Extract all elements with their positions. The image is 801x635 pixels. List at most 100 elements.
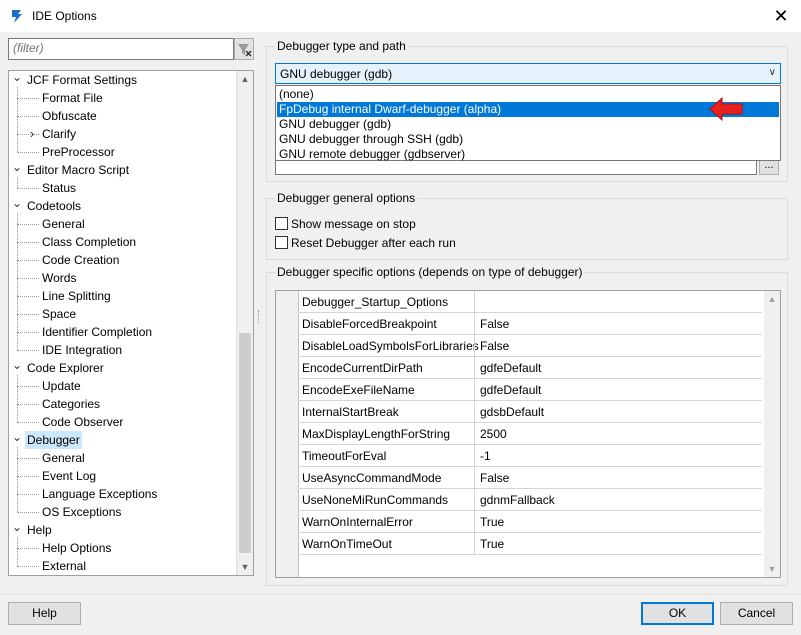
- clear-filter-button[interactable]: [234, 38, 254, 60]
- property-value[interactable]: 2500: [480, 427, 507, 441]
- tree-connector: [17, 87, 18, 152]
- tree-item-language-exceptions[interactable]: Language Exceptions: [9, 485, 237, 503]
- debugger-type-group-label: Debugger type and path: [275, 39, 408, 53]
- tree-item-jcf-format-settings[interactable]: JCF Format Settings ⌄: [9, 71, 237, 89]
- tree-item-identifier-completion[interactable]: Identifier Completion: [9, 323, 237, 341]
- tree-item-help-options[interactable]: Help Options: [9, 539, 237, 557]
- checkbox-box: [275, 236, 288, 249]
- tree-item-code-explorer[interactable]: Code Explorer ⌄: [9, 356, 237, 377]
- collapse-icon[interactable]: ⌄: [12, 194, 22, 212]
- tree-item-ide-integration[interactable]: IDE Integration: [9, 341, 237, 359]
- dropdown-option[interactable]: GNU debugger through SSH (gdb): [277, 132, 779, 147]
- dropdown-option[interactable]: (none): [277, 87, 779, 102]
- tree-item-words[interactable]: Words: [9, 269, 237, 287]
- tree-item-label: General: [42, 451, 85, 465]
- property-row[interactable]: EncodeCurrentDirPath gdfeDefault: [298, 357, 762, 379]
- scroll-up-icon[interactable]: ▲: [237, 71, 253, 87]
- tree-item-label: Categories: [42, 397, 101, 411]
- tree-item-help[interactable]: Help ⌄: [9, 518, 237, 539]
- property-row[interactable]: UseAsyncCommandMode False: [298, 467, 762, 489]
- property-value[interactable]: False: [480, 317, 509, 331]
- help-button[interactable]: Help: [8, 602, 81, 625]
- tree-item-event-log[interactable]: Event Log: [9, 467, 237, 485]
- tree-item-external[interactable]: External: [9, 557, 237, 575]
- tree-item-format-file[interactable]: Format File: [9, 89, 237, 107]
- property-row[interactable]: DisableForcedBreakpoint False: [298, 313, 762, 335]
- collapse-icon[interactable]: ⌄: [12, 71, 22, 86]
- dropdown-option[interactable]: FpDebug internal Dwarf-debugger (alpha): [277, 102, 779, 117]
- scroll-down-icon[interactable]: ▼: [237, 559, 253, 575]
- tree-item-obfuscate[interactable]: Obfuscate: [9, 107, 237, 125]
- tree-scrollbar[interactable]: ▲ ▼: [236, 71, 253, 575]
- tree-item-preprocessor[interactable]: PreProcessor: [9, 143, 237, 161]
- property-value[interactable]: gdnmFallback: [480, 493, 555, 507]
- tree-item-categories[interactable]: Categories: [9, 395, 237, 413]
- tree-item-status[interactable]: Status: [9, 179, 237, 197]
- property-value[interactable]: True: [480, 537, 504, 551]
- tree-item-editor-macro-script[interactable]: Editor Macro Script ⌄: [9, 158, 237, 179]
- property-name: DisableForcedBreakpoint: [302, 317, 437, 331]
- grid-scrollbar[interactable]: ▲ ▼: [764, 291, 780, 577]
- panel-splitter[interactable]: [258, 310, 262, 324]
- tree-item-code-creation[interactable]: Code Creation: [9, 251, 237, 269]
- options-tree[interactable]: JCF Format Settings ⌄ Format File Obfuscate…: [8, 70, 254, 576]
- tree-item-update[interactable]: Update: [9, 377, 237, 395]
- property-row[interactable]: WarnOnTimeOut True: [298, 533, 762, 555]
- property-name: EncodeExeFileName: [302, 383, 415, 397]
- property-value[interactable]: False: [480, 471, 509, 485]
- scroll-up-icon[interactable]: ▲: [764, 291, 780, 307]
- property-row[interactable]: EncodeExeFileName gdfeDefault: [298, 379, 762, 401]
- checkbox-box: [275, 217, 288, 230]
- expand-icon[interactable]: ›: [27, 125, 37, 143]
- debugger-type-selected: GNU debugger (gdb): [280, 67, 393, 81]
- tree-item-class-completion[interactable]: Class Completion: [9, 233, 237, 251]
- tree-item-os-exceptions[interactable]: OS Exceptions: [9, 503, 237, 521]
- collapse-icon[interactable]: ⌄: [12, 518, 22, 536]
- tree-item-label: External: [42, 559, 87, 573]
- tree-item-codetools[interactable]: Codetools ⌄: [9, 194, 237, 215]
- collapse-icon[interactable]: ⌄: [12, 158, 22, 176]
- collapse-icon[interactable]: ⌄: [12, 428, 22, 446]
- property-row[interactable]: MaxDisplayLengthForString 2500: [298, 423, 762, 445]
- checkbox-label: Show message on stop: [291, 217, 416, 231]
- tree-item-clarify[interactable]: Clarify ›: [9, 125, 237, 143]
- tree-item-general[interactable]: General: [9, 215, 237, 233]
- tree-scroll-thumb[interactable]: [239, 333, 251, 553]
- close-icon[interactable]: ✕: [768, 4, 794, 28]
- grid-column-separator[interactable]: [474, 291, 475, 555]
- property-name: WarnOnTimeOut: [302, 537, 392, 551]
- debugger-type-combo[interactable]: GNU debugger (gdb) ∨: [275, 63, 781, 84]
- property-row[interactable]: WarnOnInternalError True: [298, 511, 762, 533]
- property-value[interactable]: gdsbDefault: [480, 405, 544, 419]
- cancel-button[interactable]: Cancel: [720, 602, 793, 625]
- scroll-down-icon[interactable]: ▼: [764, 561, 780, 577]
- property-row[interactable]: DisableLoadSymbolsForLibraries False: [298, 335, 762, 357]
- tree-item-label: Help Options: [42, 541, 112, 555]
- property-value[interactable]: False: [480, 339, 509, 353]
- ok-button[interactable]: OK: [641, 602, 714, 625]
- collapse-icon[interactable]: ⌄: [12, 356, 22, 374]
- property-value[interactable]: True: [480, 515, 504, 529]
- property-grid[interactable]: Debugger_Startup_Options DisableForcedBre…: [275, 290, 781, 578]
- property-row[interactable]: InternalStartBreak gdsbDefault: [298, 401, 762, 423]
- dropdown-option[interactable]: GNU debugger (gdb): [277, 117, 779, 132]
- tree-item-line-splitting[interactable]: Line Splitting: [9, 287, 237, 305]
- property-row[interactable]: TimeoutForEval -1: [298, 445, 762, 467]
- property-row[interactable]: Debugger_Startup_Options: [298, 291, 762, 313]
- tree-item-label: JCF Format Settings: [27, 73, 138, 87]
- tree-item-code-observer[interactable]: Code Observer: [9, 413, 237, 431]
- filter-input[interactable]: [9, 39, 235, 57]
- tree-item-debugger[interactable]: Debugger ⌄: [9, 428, 237, 449]
- tree-item-space[interactable]: Space: [9, 305, 237, 323]
- property-value[interactable]: -1: [480, 449, 491, 463]
- tree-item-label: Code Creation: [42, 253, 120, 267]
- property-name: DisableLoadSymbolsForLibraries: [302, 339, 479, 353]
- property-value[interactable]: gdfeDefault: [480, 361, 541, 375]
- tree-item-general[interactable]: General: [9, 449, 237, 467]
- property-value[interactable]: gdfeDefault: [480, 383, 541, 397]
- tree-connector: [17, 177, 18, 188]
- debugger-type-dropdown[interactable]: (none) FpDebug internal Dwarf-debugger (a…: [275, 85, 781, 161]
- property-row[interactable]: UseNoneMiRunCommands gdnmFallback: [298, 489, 762, 511]
- tree-connector: [17, 447, 18, 512]
- dropdown-option[interactable]: GNU remote debugger (gdbserver): [277, 147, 779, 162]
